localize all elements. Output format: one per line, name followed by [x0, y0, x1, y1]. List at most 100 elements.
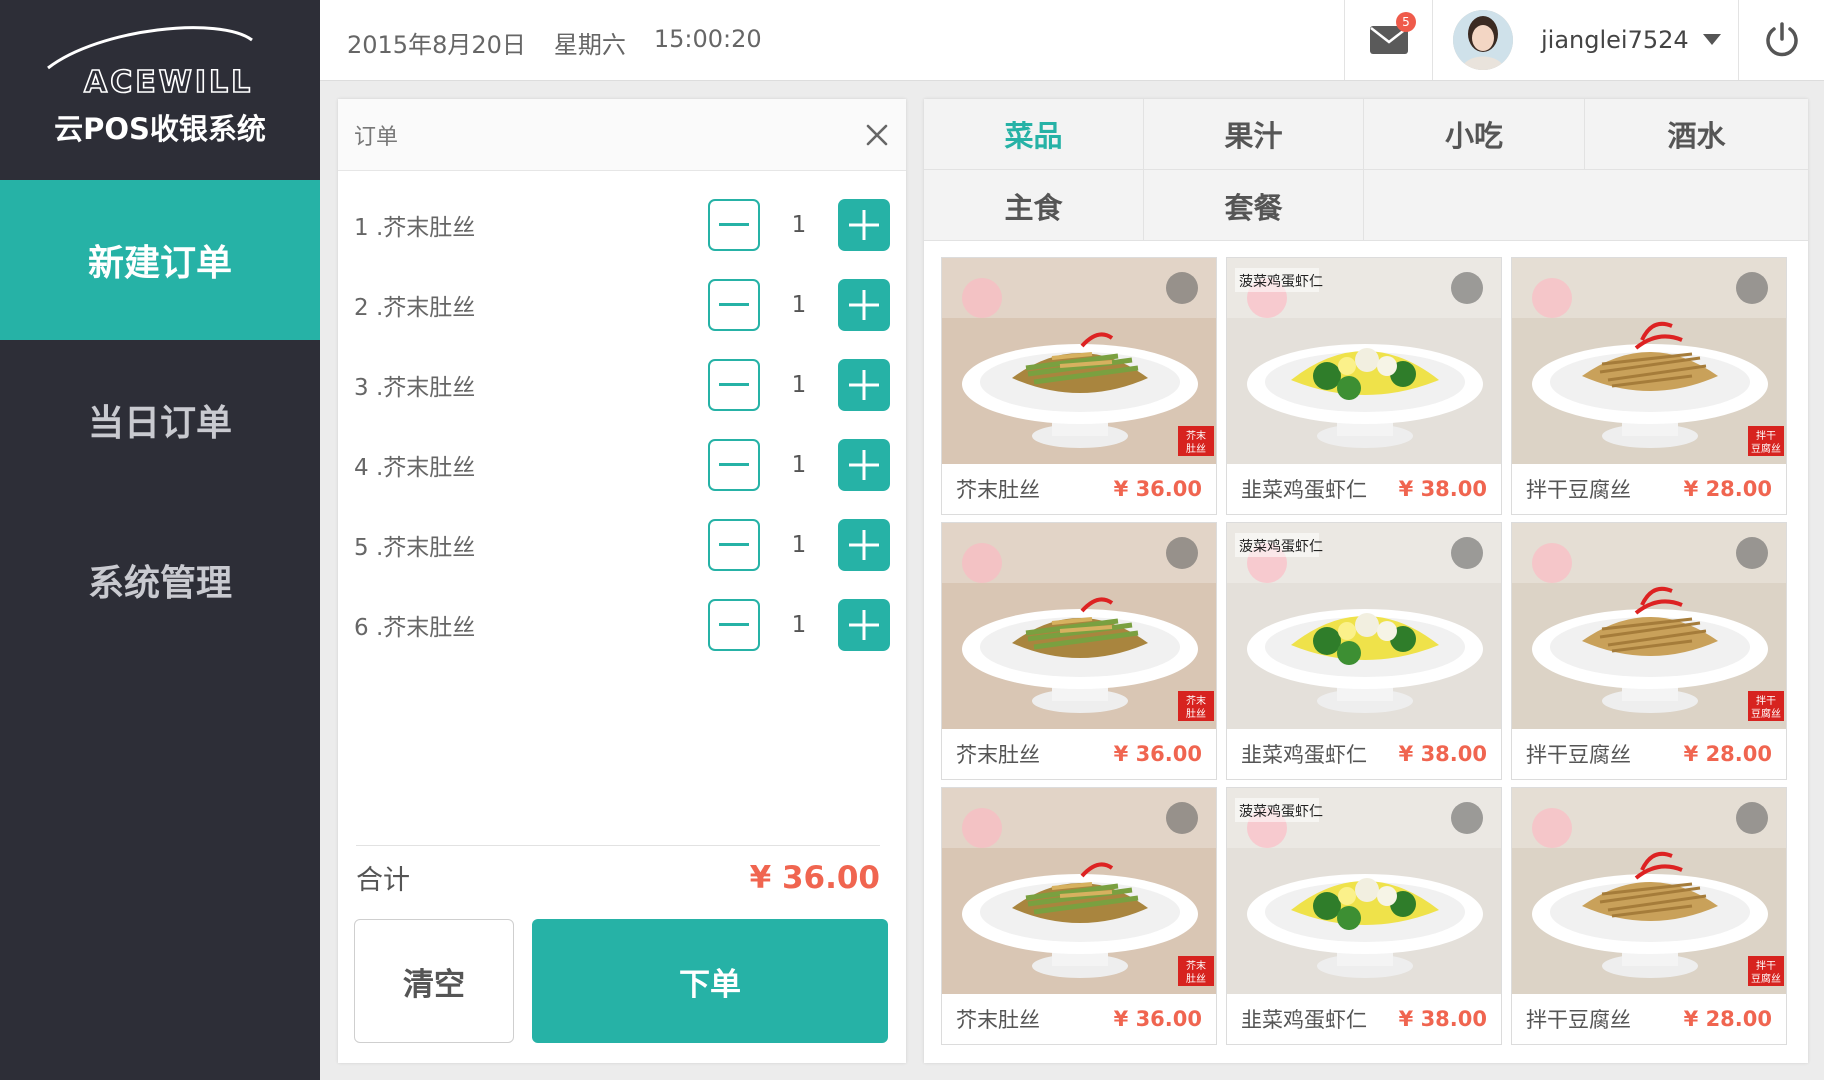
dish-card[interactable]: 菠菜鸡蛋虾仁 韭菜鸡蛋虾仁 ¥ 38.00	[1226, 522, 1502, 780]
dish-card[interactable]: 菠菜鸡蛋虾仁 韭菜鸡蛋虾仁 ¥ 38.00	[1226, 257, 1502, 515]
increase-qty-button[interactable]	[838, 279, 890, 331]
increase-qty-button[interactable]	[838, 599, 890, 651]
nav-today-orders-label: 当日订单	[87, 403, 232, 444]
avatar-image	[1453, 10, 1513, 70]
date-text: 2015年8月20日	[347, 31, 526, 59]
decrease-qty-button[interactable]	[708, 359, 760, 411]
username: jianglei7524	[1541, 26, 1689, 54]
dish-price: ¥ 28.00	[1683, 742, 1772, 766]
total-amount: ¥ 36.00	[749, 859, 880, 896]
minus-icon	[719, 543, 749, 546]
nav-today-orders[interactable]: 当日订单	[0, 340, 320, 500]
order-item-qty: 1	[791, 612, 807, 638]
plus-icon	[849, 450, 879, 480]
order-item: 4 .芥末肚丝 1	[338, 425, 906, 505]
close-icon[interactable]	[866, 124, 888, 146]
dish-card-footer: 芥末肚丝 ¥ 36.00	[942, 994, 1216, 1044]
tab-category-juice[interactable]: 果汁	[1144, 99, 1364, 170]
order-item-name: 5 .芥末肚丝	[354, 535, 476, 561]
mail-button[interactable]: 5	[1344, 0, 1432, 80]
logout-button[interactable]	[1738, 0, 1824, 80]
dish-price: ¥ 28.00	[1683, 477, 1772, 501]
dish-photo: 拌干 豆腐丝	[1512, 523, 1786, 729]
order-item-name: 2 .芥末肚丝	[354, 295, 476, 321]
menu-panel: 菜品 果汁 小吃 酒水 主食 套餐 芥末 肚丝 芥末肚丝 ¥ 36.00 菠菜鸡蛋…	[924, 99, 1808, 1063]
tab-category-staple[interactable]: 主食	[924, 170, 1144, 241]
dish-card-footer: 拌干豆腐丝 ¥ 28.00	[1512, 464, 1786, 514]
datetime: 2015年8月20日 星期六 15:00:20	[347, 25, 762, 60]
order-item-qty: 1	[791, 292, 807, 318]
increase-qty-button[interactable]	[838, 519, 890, 571]
acewill-logo: ACEWILL	[47, 26, 253, 100]
dish-photo: 拌干 豆腐丝	[1512, 788, 1786, 994]
decrease-qty-button[interactable]	[708, 279, 760, 331]
dish-name: 拌干豆腐丝	[1526, 1008, 1631, 1032]
order-item-qty: 1	[791, 452, 807, 478]
dish-name: 拌干豆腐丝	[1526, 478, 1631, 502]
dish-card[interactable]: 芥末 肚丝 芥末肚丝 ¥ 36.00	[941, 257, 1217, 515]
tab-category-drinks[interactable]: 酒水	[1585, 99, 1808, 170]
submit-order-button[interactable]: 下单	[532, 919, 888, 1043]
svg-text:芥末: 芥末	[1186, 694, 1206, 707]
dish-card[interactable]: 芥末 肚丝 芥末肚丝 ¥ 36.00	[941, 522, 1217, 780]
svg-text:菠菜鸡蛋虾仁: 菠菜鸡蛋虾仁	[1239, 538, 1323, 555]
order-item-qty: 1	[791, 212, 807, 238]
topbar: 2015年8月20日 星期六 15:00:20 5 jianglei7524	[320, 0, 1824, 81]
increase-qty-button[interactable]	[838, 199, 890, 251]
plus-icon	[849, 370, 879, 400]
minus-icon	[719, 383, 749, 386]
svg-text:拌干: 拌干	[1756, 959, 1776, 972]
order-item: 2 .芥末肚丝 1	[338, 265, 906, 345]
dish-price: ¥ 36.00	[1113, 742, 1202, 766]
plus-icon	[849, 610, 879, 640]
svg-text:芥末: 芥末	[1186, 959, 1206, 972]
increase-qty-button[interactable]	[838, 359, 890, 411]
logo-text: ACEWILL	[84, 65, 253, 100]
dish-name: 拌干豆腐丝	[1526, 743, 1631, 767]
svg-text:豆腐丝: 豆腐丝	[1751, 972, 1781, 985]
dish-card[interactable]: 菠菜鸡蛋虾仁 韭菜鸡蛋虾仁 ¥ 38.00	[1226, 787, 1502, 1045]
dish-photo-image: 拌干豆腐丝	[1512, 788, 1786, 994]
decrease-qty-button[interactable]	[708, 599, 760, 651]
dish-name: 韭菜鸡蛋虾仁	[1241, 1008, 1367, 1032]
order-panel: 订单 1 .芥末肚丝 1 2 .芥末肚丝 1 3 .芥末肚丝 1 4 .芥末肚丝…	[338, 99, 906, 1063]
dish-photo: 芥末 肚丝	[942, 788, 1216, 994]
dish-card[interactable]: 拌干 豆腐丝 拌干豆腐丝 ¥ 28.00	[1511, 257, 1787, 515]
nav-system-management[interactable]: 系统管理	[0, 500, 320, 660]
dish-card[interactable]: 拌干 豆腐丝 拌干豆腐丝 ¥ 28.00	[1511, 787, 1787, 1045]
decrease-qty-button[interactable]	[708, 439, 760, 491]
dish-photo: 菠菜鸡蛋虾仁	[1227, 788, 1501, 994]
increase-qty-button[interactable]	[838, 439, 890, 491]
svg-text:肚丝: 肚丝	[1186, 443, 1206, 455]
order-item: 6 .芥末肚丝 1	[338, 585, 906, 665]
dish-price: ¥ 38.00	[1398, 477, 1487, 501]
dish-name: 韭菜鸡蛋虾仁	[1241, 478, 1367, 502]
caret-down-icon[interactable]	[1702, 34, 1721, 46]
order-item: 1 .芥末肚丝 1	[338, 185, 906, 265]
order-item-name: 6 .芥末肚丝	[354, 615, 476, 641]
dish-name: 芥末肚丝	[956, 743, 1040, 767]
dish-card-footer: 韭菜鸡蛋虾仁 ¥ 38.00	[1227, 464, 1501, 514]
user-menu[interactable]: jianglei7524	[1432, 0, 1738, 80]
order-item-qty: 1	[791, 372, 807, 398]
tab-category-combo[interactable]: 套餐	[1144, 170, 1364, 241]
sidebar: ACEWILL 云POS收银系统 新建订单 当日订单 系统管理	[0, 0, 320, 1080]
dish-card[interactable]: 拌干 豆腐丝 拌干豆腐丝 ¥ 28.00	[1511, 522, 1787, 780]
decrease-qty-button[interactable]	[708, 199, 760, 251]
plus-icon	[849, 530, 879, 560]
dish-photo-image: 拌干豆腐丝	[1512, 258, 1786, 464]
tab-category-dishes[interactable]: 菜品	[924, 99, 1144, 170]
decrease-qty-button[interactable]	[708, 519, 760, 571]
order-header: 订单	[338, 99, 906, 171]
power-icon	[1765, 22, 1798, 57]
total-label: 合计	[356, 865, 410, 896]
nav-new-order[interactable]: 新建订单	[0, 180, 320, 340]
dish-photo-image: 芥末肚丝	[942, 788, 1216, 994]
svg-text:肚丝: 肚丝	[1186, 973, 1206, 985]
dish-card-footer: 拌干豆腐丝 ¥ 28.00	[1512, 729, 1786, 779]
clear-button[interactable]: 清空	[354, 919, 514, 1043]
dish-card[interactable]: 芥末 肚丝 芥末肚丝 ¥ 36.00	[941, 787, 1217, 1045]
tab-category-snacks[interactable]: 小吃	[1364, 99, 1585, 170]
svg-text:菠菜鸡蛋虾仁: 菠菜鸡蛋虾仁	[1239, 803, 1323, 820]
order-item-name: 1 .芥末肚丝	[354, 215, 476, 241]
